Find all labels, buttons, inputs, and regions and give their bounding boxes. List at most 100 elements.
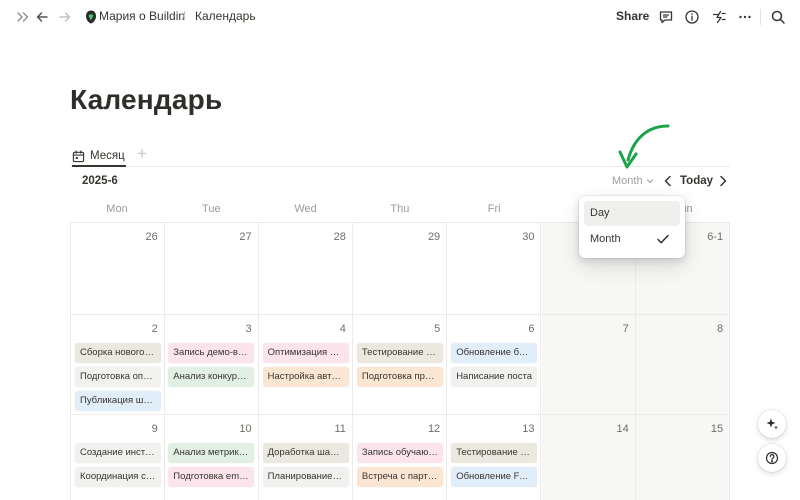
calendar-event[interactable]: Запись демо-видео — [168, 343, 255, 363]
workspace-logo-icon[interactable] — [82, 8, 100, 26]
add-view-button[interactable]: + — [137, 145, 147, 163]
chevron-right-icon — [718, 175, 728, 187]
day-number: 30 — [522, 231, 535, 243]
calendar-event[interactable]: Оптимизация SEO — [262, 343, 349, 363]
sparkle-icon — [766, 418, 778, 430]
day-number: 28 — [333, 231, 346, 243]
tab-month-view[interactable]: Месяц — [72, 146, 125, 166]
weekday-label: Wed — [294, 203, 317, 215]
calendar-day-cell[interactable]: 11 Доработка шаблона Планирование контента — [259, 415, 353, 500]
day-number: 4 — [339, 323, 346, 335]
calendar-event[interactable]: Подготовка презентации — [356, 367, 443, 387]
day-number: 27 — [239, 231, 252, 243]
day-number: 26 — [145, 231, 158, 243]
calendar-event[interactable]: Тестирование интеграции — [451, 443, 538, 463]
day-number: 29 — [427, 231, 441, 243]
calendar-day-cell[interactable]: 10 Анализ метрик недели Подготовка email-р… — [164, 415, 259, 500]
view-option-day[interactable]: Day — [584, 201, 680, 226]
sidebar-toggle-icon[interactable] — [14, 8, 32, 26]
calendar-day-cell[interactable]: 12 Запись обучающего видео Встреча с партн… — [353, 415, 448, 500]
back-arrow-icon[interactable] — [33, 8, 51, 26]
view-mode-select[interactable]: Month — [612, 175, 654, 187]
calendar-event[interactable]: Встреча с партнёрами — [356, 467, 443, 487]
calendar-event[interactable]: Подготовка описания — [75, 367, 161, 387]
calendar-day-cell[interactable]: 5 Тестирование новой функции Подготовка пр… — [352, 315, 448, 415]
calendar-day-cell[interactable]: 30 — [447, 223, 542, 315]
day-number: 8 — [716, 323, 724, 335]
info-icon[interactable] — [683, 8, 701, 26]
calendar-day-cell[interactable]: 13 Тестирование интеграции Обновление FAQ — [447, 415, 542, 500]
weekday-label: Mon — [106, 203, 128, 215]
view-option-day-label: Day — [590, 207, 610, 219]
view-option-month-label: Month — [590, 233, 621, 245]
search-icon[interactable] — [769, 8, 787, 26]
calendar-event[interactable]: Настройка автоматизации — [262, 367, 349, 387]
calendar-day-cell[interactable]: 2 Сборка нового шаблона Подготовка описани… — [70, 315, 165, 415]
today-button[interactable]: Today — [680, 175, 713, 187]
comments-icon[interactable] — [657, 8, 675, 26]
calendar-day-cell[interactable]: 28 — [258, 223, 353, 315]
calendar-event[interactable]: Обновление базы знаний — [451, 343, 538, 363]
day-number: 2 — [151, 323, 158, 335]
calendar-event[interactable]: Написание поста — [451, 367, 538, 387]
calendar-day-cell[interactable]: 9 Создание инструкции Координация с команд… — [70, 415, 165, 500]
view-mode-label: Month — [612, 175, 643, 187]
more-icon[interactable] — [736, 8, 754, 26]
help-icon — [765, 451, 779, 465]
weekday-label: Fri — [487, 203, 501, 215]
view-mode-dropdown: Day Month — [579, 196, 685, 258]
tab-month-label: Месяц — [90, 150, 125, 162]
calendar-day-cell[interactable]: 4 Оптимизация SEO Настройка автоматизации — [258, 315, 353, 415]
calendar-day-cell[interactable]: 26 — [70, 223, 165, 315]
calendar-event[interactable]: Координация с командой — [75, 467, 161, 487]
calendar-event[interactable]: Подготовка email-рассылки — [168, 467, 255, 487]
calendar-event[interactable]: Анализ метрик недели — [168, 443, 255, 463]
calendar-event[interactable]: Обновление FAQ — [451, 467, 538, 487]
weekday-label: Thu — [390, 203, 410, 215]
breadcrumb-separator: / — [182, 9, 186, 23]
calendar-day-cell[interactable]: 15 — [635, 415, 731, 500]
calendar-day-cell[interactable]: 29 — [352, 223, 448, 315]
day-number: 3 — [245, 323, 252, 335]
chevron-down-icon — [646, 177, 654, 185]
next-month-button[interactable] — [716, 173, 730, 189]
day-number: 9 — [151, 423, 158, 435]
calendar-event[interactable]: Публикация шаблона — [75, 391, 161, 411]
page-title[interactable]: Календарь — [70, 84, 222, 116]
calendar-event[interactable]: Доработка шаблона — [262, 443, 349, 463]
updates-icon[interactable] — [710, 8, 728, 26]
day-number: 12 — [427, 423, 441, 435]
weekday-label: Tue — [202, 203, 221, 215]
view-option-month[interactable]: Month — [584, 227, 680, 252]
day-number: 11 — [334, 423, 346, 435]
checkmark-icon — [657, 234, 669, 244]
annotation-arrow-icon — [618, 124, 670, 169]
calendar-event[interactable]: Анализ конкурентов — [168, 367, 255, 387]
calendar-day-cell[interactable]: 8 — [635, 315, 731, 415]
active-tab-indicator — [72, 165, 126, 167]
calendar-event[interactable]: Создание инструкции — [75, 443, 161, 463]
day-number: 5 — [434, 323, 441, 335]
breadcrumb-page[interactable]: Календарь — [195, 9, 256, 23]
calendar-day-cell[interactable]: 6 Обновление базы знаний Написание поста — [447, 315, 542, 415]
calendar-event[interactable]: Запись обучающего видео — [356, 443, 443, 463]
breadcrumb-workspace[interactable]: Мария о Buildin — [99, 9, 185, 23]
calendar-day-cell[interactable]: 7 — [541, 315, 636, 415]
forward-arrow-icon[interactable] — [56, 8, 74, 26]
day-number: 7 — [622, 323, 629, 335]
calendar-icon — [72, 149, 85, 163]
share-button[interactable]: Share — [616, 9, 649, 23]
calendar-day-cell[interactable]: 14 — [541, 415, 636, 500]
top-bar: Мария о Buildin / Календарь Share — [0, 0, 800, 34]
calendar-day-cell[interactable]: 3 Запись демо-видео Анализ конкурентов — [164, 315, 259, 415]
calendar-event[interactable]: Планирование контента — [262, 467, 349, 487]
topbar-divider — [760, 9, 761, 25]
help-button[interactable] — [758, 444, 786, 472]
current-month-label: 2025-6 — [82, 175, 118, 187]
ai-assistant-button[interactable] — [758, 410, 786, 438]
calendar-event[interactable]: Сборка нового шаблона — [75, 343, 161, 363]
calendar-day-cell[interactable]: 27 — [164, 223, 259, 315]
day-number: 6 — [528, 323, 535, 335]
calendar-event[interactable]: Тестирование новой функции — [356, 343, 443, 363]
day-number: 6-1 — [707, 231, 724, 243]
